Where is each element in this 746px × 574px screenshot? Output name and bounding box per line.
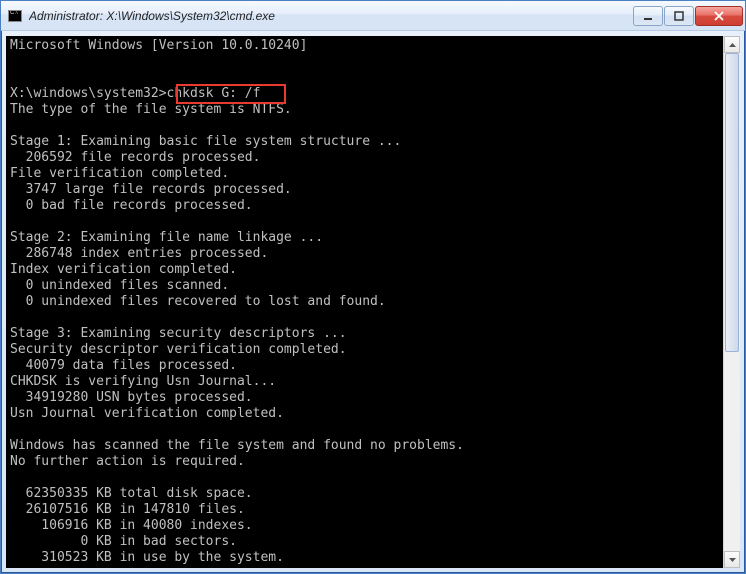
scroll-down-button[interactable] xyxy=(724,551,740,568)
terminal-line: 26107516 KB in 147810 files. xyxy=(10,502,723,518)
terminal-line: 34919280 USN bytes processed. xyxy=(10,390,723,406)
close-button[interactable] xyxy=(695,6,743,26)
maximize-button[interactable] xyxy=(664,6,694,26)
terminal-line: 106916 KB in 40080 indexes. xyxy=(10,518,723,534)
terminal-line: No further action is required. xyxy=(10,454,723,470)
terminal-line: Stage 1: Examining basic file system str… xyxy=(10,134,723,150)
terminal-line: Security descriptor verification complet… xyxy=(10,342,723,358)
window-controls xyxy=(633,6,743,26)
terminal-line: Stage 3: Examining security descriptors … xyxy=(10,326,723,342)
close-icon xyxy=(713,11,725,21)
chevron-up-icon xyxy=(729,43,736,47)
terminal-line: Index verification completed. xyxy=(10,262,723,278)
titlebar[interactable]: C:\ Administrator: X:\Windows\System32\c… xyxy=(1,1,745,31)
cmd-window: C:\ Administrator: X:\Windows\System32\c… xyxy=(0,0,746,574)
terminal-line: CHKDSK is verifying Usn Journal... xyxy=(10,374,723,390)
terminal-line: 40079 data files processed. xyxy=(10,358,723,374)
terminal-line: 286748 index entries processed. xyxy=(10,246,723,262)
chevron-down-icon xyxy=(729,558,736,562)
terminal-line: 310523 KB in use by the system. xyxy=(10,550,723,566)
terminal-line xyxy=(10,470,723,486)
terminal-line xyxy=(10,118,723,134)
scroll-up-button[interactable] xyxy=(724,36,740,53)
scroll-track[interactable] xyxy=(724,53,740,551)
terminal-line: 0 KB in bad sectors. xyxy=(10,534,723,550)
terminal-line: 62350335 KB total disk space. xyxy=(10,486,723,502)
minimize-button[interactable] xyxy=(633,6,663,26)
client-area: Microsoft Windows [Version 10.0.10240] X:… xyxy=(6,36,740,568)
scroll-thumb[interactable] xyxy=(725,53,739,352)
terminal-line: Windows has scanned the file system and … xyxy=(10,438,723,454)
terminal-line xyxy=(10,70,723,86)
terminal-line xyxy=(10,54,723,70)
terminal-line: 3747 large file records processed. xyxy=(10,182,723,198)
terminal-output[interactable]: Microsoft Windows [Version 10.0.10240] X:… xyxy=(6,36,723,568)
terminal-line: Usn Journal verification completed. xyxy=(10,406,723,422)
terminal-line: The type of the file system is NTFS. xyxy=(10,102,723,118)
terminal-line: 0 unindexed files scanned. xyxy=(10,278,723,294)
terminal-line: File verification completed. xyxy=(10,166,723,182)
terminal-line: Microsoft Windows [Version 10.0.10240] xyxy=(10,38,723,54)
window-title: Administrator: X:\Windows\System32\cmd.e… xyxy=(29,9,633,23)
terminal-line: Stage 2: Examining file name linkage ... xyxy=(10,230,723,246)
vertical-scrollbar[interactable] xyxy=(723,36,740,568)
terminal-line: X:\windows\system32>chkdsk G: /f xyxy=(10,86,723,102)
terminal-line: 0 bad file records processed. xyxy=(10,198,723,214)
terminal-line: 206592 file records processed. xyxy=(10,150,723,166)
maximize-icon xyxy=(674,11,684,21)
terminal-line xyxy=(10,422,723,438)
terminal-line: 0 unindexed files recovered to lost and … xyxy=(10,294,723,310)
cmd-icon: C:\ xyxy=(7,8,23,24)
terminal-line xyxy=(10,214,723,230)
minimize-icon xyxy=(643,11,653,21)
terminal-line xyxy=(10,310,723,326)
